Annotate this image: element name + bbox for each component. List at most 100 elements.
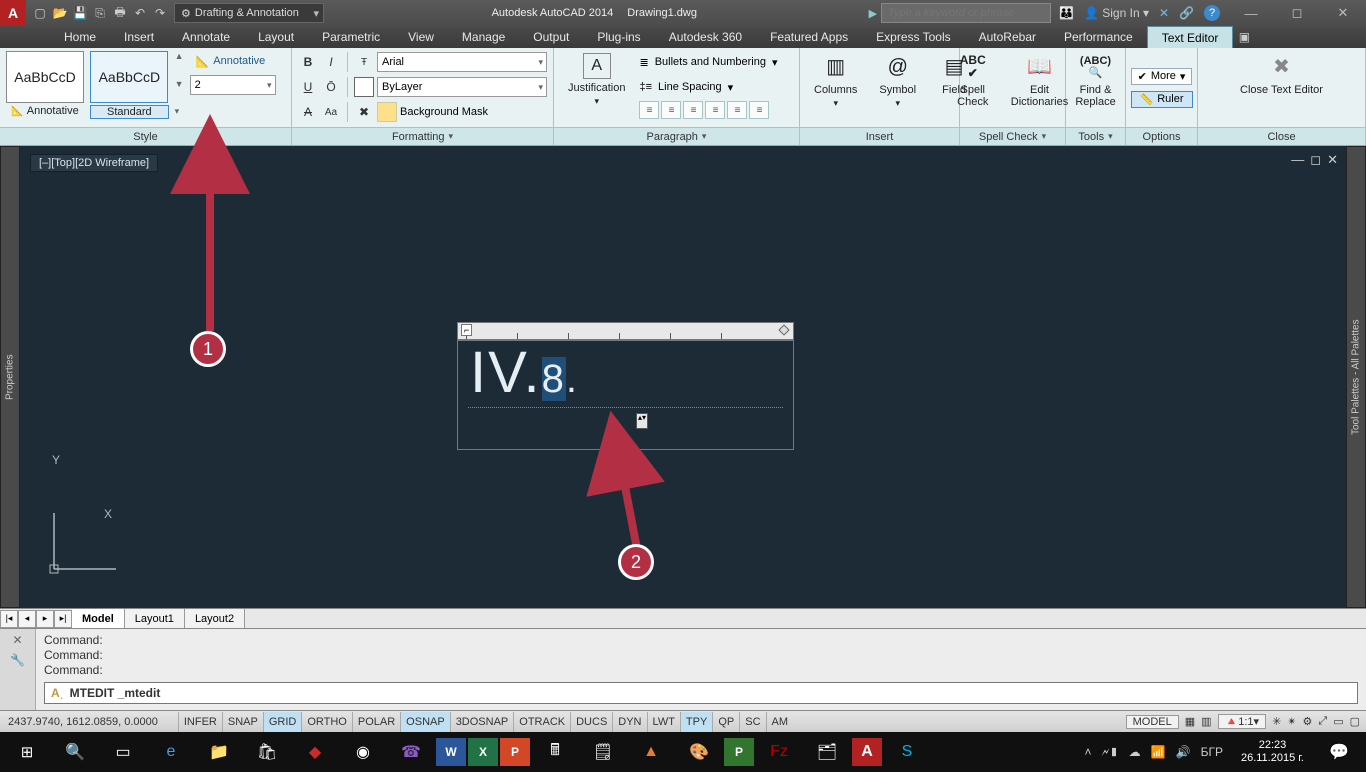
status-toggle-tpy[interactable]: TPY: [680, 712, 712, 732]
more-button[interactable]: ✔ More ▾: [1131, 68, 1193, 85]
powerpoint-icon[interactable]: P: [500, 738, 530, 766]
model-paper-toggle[interactable]: MODEL: [1126, 715, 1179, 729]
workspace-dropdown[interactable]: ⚙Drafting & Annotation: [174, 3, 324, 23]
status-toggle-otrack[interactable]: OTRACK: [513, 712, 570, 732]
tray-icon[interactable]: ☁: [1129, 745, 1141, 759]
search-go-icon[interactable]: ▶: [869, 7, 877, 20]
underline-button[interactable]: U: [298, 77, 318, 97]
status-toggle-ducs[interactable]: DUCS: [570, 712, 612, 732]
calc-icon[interactable]: 🖩: [532, 732, 578, 772]
panel-cycle-icon[interactable]: ▣: [1233, 27, 1255, 47]
textstyle-annotative[interactable]: AaBbCcD 📐Annotative: [6, 51, 84, 117]
explorer-icon[interactable]: 📁: [196, 732, 242, 772]
taskbar-clock[interactable]: 22:2326.11.2015 г.: [1231, 739, 1314, 765]
align-dist-button[interactable]: ≡: [727, 101, 747, 119]
tab-view[interactable]: View: [394, 26, 448, 48]
tab-insert[interactable]: Insert: [110, 26, 168, 48]
align-default-button[interactable]: ≡: [749, 101, 769, 119]
vlc-icon[interactable]: ▲: [628, 732, 674, 772]
open-icon[interactable]: 📂: [52, 5, 68, 21]
layout-tab-model[interactable]: Model: [72, 609, 125, 628]
save-icon[interactable]: 💾: [72, 5, 88, 21]
mtext-content[interactable]: IV.8.: [470, 339, 579, 406]
ruler-button[interactable]: 📏 Ruler: [1131, 91, 1193, 108]
new-icon[interactable]: ▢: [32, 5, 48, 21]
status-toggle-sc[interactable]: SC: [739, 712, 765, 732]
redo-icon[interactable]: ↷: [152, 5, 168, 21]
status-toggle-polar[interactable]: POLAR: [352, 712, 400, 732]
notes-icon[interactable]: 🗒: [580, 732, 626, 772]
tool-palettes-tab[interactable]: Tool Palettes - All Palettes: [1346, 146, 1366, 608]
align-right-button[interactable]: ≡: [683, 101, 703, 119]
italic-button[interactable]: I: [321, 52, 341, 72]
annotation-scale[interactable]: 🔺1:1▾: [1218, 714, 1267, 729]
status-toggle-qp[interactable]: QP: [712, 712, 739, 732]
panel-spellcheck-label[interactable]: Spell Check: [960, 127, 1065, 145]
command-handle[interactable]: ✕🔧: [0, 629, 36, 710]
alignment-buttons[interactable]: ≡ ≡ ≡ ≡ ≡ ≡: [639, 101, 777, 119]
tab-manage[interactable]: Manage: [448, 26, 519, 48]
project-icon[interactable]: P: [724, 738, 754, 766]
background-mask-button[interactable]: Background Mask: [400, 106, 488, 118]
stayconnected-icon[interactable]: 🔗: [1179, 6, 1194, 20]
vp-maximize-icon[interactable]: ◻: [1310, 152, 1321, 168]
status-icon[interactable]: ⤢: [1318, 715, 1327, 728]
tab-first-button[interactable]: |◂: [0, 610, 18, 628]
status-toggle-lwt[interactable]: LWT: [647, 712, 680, 732]
symbol-button[interactable]: @Symbol▾: [871, 51, 924, 111]
sign-in-button[interactable]: 👤 Sign In ▾: [1084, 6, 1149, 20]
case-button[interactable]: Aa: [321, 102, 341, 122]
color-swatch[interactable]: [354, 77, 374, 97]
tab-autodesk-360[interactable]: Autodesk 360: [655, 26, 756, 48]
system-tray[interactable]: ˄ 🗲▮ ☁ 📶 🔊 БГР: [1085, 745, 1229, 760]
autocad-logo-icon[interactable]: A: [0, 0, 26, 26]
wifi-icon[interactable]: 📶: [1151, 745, 1166, 759]
align-center-button[interactable]: ≡: [661, 101, 681, 119]
status-toggle-osnap[interactable]: OSNAP: [400, 712, 450, 732]
autocad-taskbar-icon[interactable]: A: [852, 738, 882, 766]
properties-palette-tab[interactable]: Properties: [0, 146, 20, 608]
viewport-label[interactable]: [–][Top][2D Wireframe]: [30, 154, 158, 172]
justification-button[interactable]: A Justification▾: [560, 51, 633, 109]
edge-icon[interactable]: e: [148, 732, 194, 772]
app-icon[interactable]: 🗂: [804, 732, 850, 772]
close-button[interactable]: ✕: [1320, 0, 1366, 26]
bullets-dropdown[interactable]: ≣ Bullets and Numbering ▾: [639, 51, 777, 73]
tab-text-editor[interactable]: Text Editor: [1147, 26, 1234, 48]
help-icon[interactable]: ?: [1204, 5, 1220, 21]
status-icon[interactable]: ▦: [1185, 715, 1195, 728]
tab-next-button[interactable]: ▸: [36, 610, 54, 628]
status-icon[interactable]: ▥: [1201, 715, 1211, 728]
search-button[interactable]: 🔍: [52, 732, 98, 772]
viber-icon[interactable]: ☎: [388, 732, 434, 772]
linespacing-dropdown[interactable]: ‡≡ Line Spacing ▾: [639, 76, 777, 98]
status-toggle-am[interactable]: AM: [766, 712, 794, 732]
status-toggle-infer[interactable]: INFER: [178, 712, 222, 732]
status-toggle-3dosnap[interactable]: 3DOSNAP: [450, 712, 514, 732]
mtext-ruler[interactable]: ⌐: [457, 322, 794, 340]
help-search-input[interactable]: [881, 3, 1051, 23]
textstyle-standard[interactable]: AaBbCcD Standard: [90, 51, 169, 119]
strikethrough-button[interactable]: A: [298, 102, 318, 122]
tab-annotate[interactable]: Annotate: [168, 26, 244, 48]
tab-performance[interactable]: Performance: [1050, 26, 1147, 48]
status-icon[interactable]: ✴: [1287, 715, 1296, 728]
chrome-icon[interactable]: ◉: [340, 732, 386, 772]
panel-paragraph-label[interactable]: Paragraph: [554, 127, 799, 145]
notifications-icon[interactable]: 💬: [1316, 732, 1362, 772]
tab-parametric[interactable]: Parametric: [308, 26, 394, 48]
maximize-button[interactable]: ◻: [1274, 0, 1320, 26]
align-justify-button[interactable]: ≡: [705, 101, 725, 119]
word-icon[interactable]: W: [436, 738, 466, 766]
spellcheck-button[interactable]: ABC✔Spell Check: [949, 51, 997, 110]
volume-icon[interactable]: 🔊: [1176, 745, 1191, 759]
skype-icon[interactable]: S: [884, 732, 930, 772]
close-text-editor-button[interactable]: ✖Close Text Editor: [1232, 51, 1331, 98]
tab-express-tools[interactable]: Express Tools: [862, 26, 964, 48]
clear-button[interactable]: ✖: [354, 102, 374, 122]
model-viewport[interactable]: [–][Top][2D Wireframe] — ◻ ✕ ⌐ IV.8. ▴▾: [20, 146, 1346, 608]
annotative-toggle[interactable]: 📐 Annotative: [190, 51, 276, 71]
tab-home[interactable]: Home: [50, 26, 110, 48]
text-height-input[interactable]: 2: [190, 75, 276, 95]
tab-output[interactable]: Output: [519, 26, 583, 48]
